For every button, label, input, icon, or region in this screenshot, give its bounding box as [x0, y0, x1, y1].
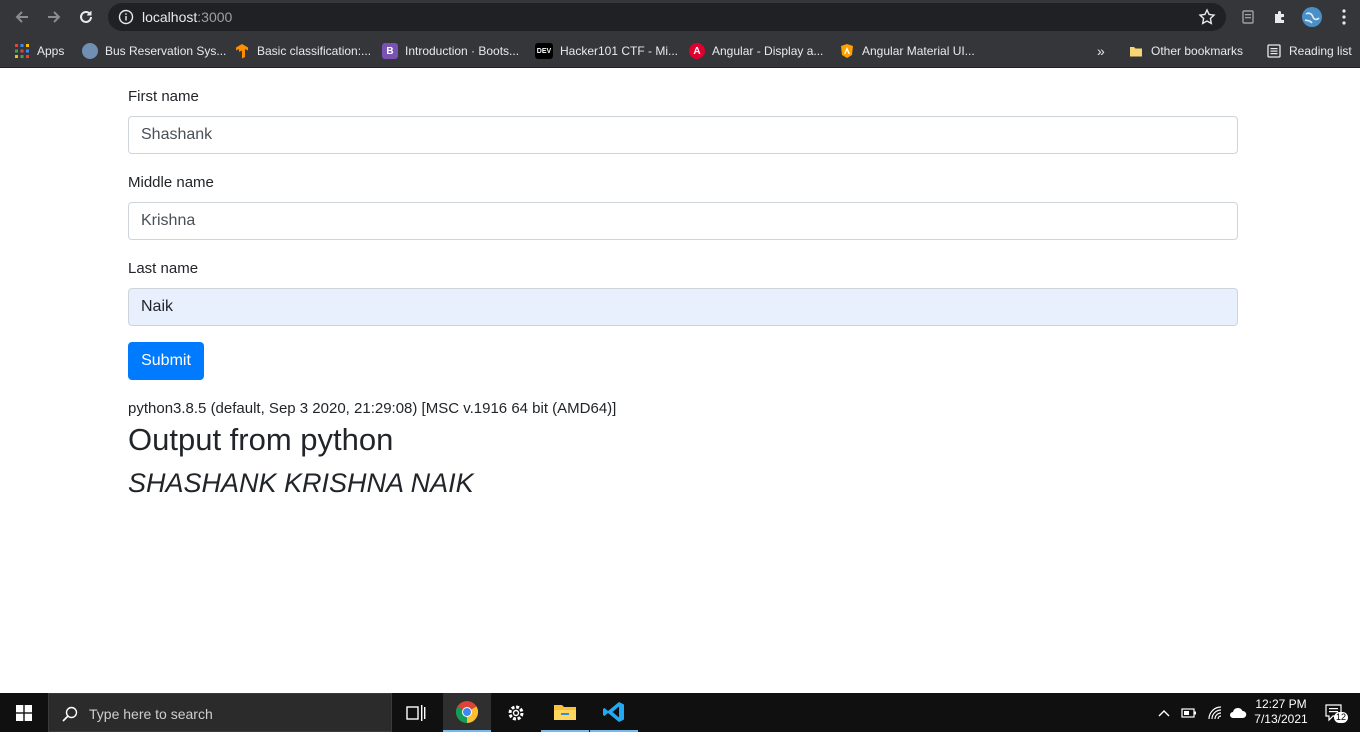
start-button[interactable]: [0, 693, 48, 732]
vscode-icon: [603, 701, 624, 722]
site-info-icon[interactable]: [118, 9, 134, 25]
task-view-button[interactable]: [392, 693, 440, 732]
angular-favicon: A: [689, 43, 705, 59]
vertical-dots-icon: [1342, 9, 1346, 25]
extension-icon[interactable]: [1238, 7, 1258, 27]
folder-icon: [1130, 47, 1142, 57]
output-result: SHASHANK KRISHNA NAIK: [128, 468, 474, 498]
network-status[interactable]: [1204, 693, 1226, 732]
chrome-icon: [456, 700, 478, 723]
taskbar-settings-app[interactable]: [492, 693, 540, 732]
bookmark-star-icon[interactable]: [1198, 8, 1216, 26]
task-view-icon: [406, 704, 426, 721]
bookmark-label: Introduction · Boots...: [405, 44, 520, 58]
action-center-button[interactable]: 12: [1320, 693, 1350, 732]
forward-button[interactable]: [42, 5, 66, 29]
clock-date: 7/13/2021: [1254, 712, 1308, 726]
taskbar-search-box[interactable]: Type here to search: [48, 693, 392, 732]
last-name-label: Last name: [128, 260, 199, 277]
search-placeholder: Type here to search: [89, 706, 213, 722]
bookmark-bootstrap-introduction[interactable]: B Introduction · Boots...: [382, 40, 519, 62]
wifi-icon: [1208, 705, 1222, 719]
cloud-icon: [1230, 707, 1247, 718]
show-hidden-icons-button[interactable]: [1154, 693, 1174, 732]
bookmark-apps[interactable]: Apps: [14, 40, 64, 62]
battery-icon: [1181, 707, 1196, 718]
first-name-label: First name: [128, 88, 199, 105]
first-name-input[interactable]: [128, 116, 1238, 154]
bookmark-bus-reservation[interactable]: Bus Reservation Sys...: [82, 40, 226, 62]
bookmark-label: Reading list: [1289, 44, 1352, 58]
search-icon: [62, 706, 78, 722]
bookmark-label: Apps: [37, 44, 65, 58]
middle-name-label: Middle name: [128, 174, 214, 191]
browser-toolbar: localhost:3000: [0, 0, 1360, 34]
battery-status[interactable]: [1178, 693, 1200, 732]
submit-button[interactable]: Submit: [128, 342, 204, 380]
extension-page-icon: [1242, 10, 1254, 24]
back-arrow-icon: [15, 11, 28, 23]
onedrive-status[interactable]: [1227, 693, 1249, 732]
chevron-double-right-icon: »: [1097, 43, 1105, 59]
system-clock[interactable]: 12:27 PM 7/13/2021: [1250, 697, 1312, 727]
reading-list-button[interactable]: Reading list: [1266, 40, 1352, 62]
gear-icon: [508, 705, 524, 720]
bookmark-label: Angular - Display a...: [712, 44, 824, 58]
reload-icon: [80, 10, 92, 23]
notification-count-badge: 12: [1334, 712, 1349, 723]
taskbar-vscode-app[interactable]: [590, 693, 638, 732]
windows-taskbar: Type here to search 12:27 PM 7/13/2021 1…: [0, 693, 1360, 732]
last-name-input[interactable]: [128, 288, 1238, 326]
page-content: First name Middle name Last name Submit …: [0, 68, 1360, 693]
puzzle-icon: [1275, 11, 1284, 23]
bus-reservation-favicon: [82, 43, 98, 59]
tensorflow-favicon: [236, 44, 248, 59]
bookmark-basic-classification[interactable]: Basic classification:...: [234, 40, 371, 62]
bookmark-angular-material[interactable]: Angular Material UI...: [839, 40, 975, 62]
dev-favicon: DEV: [535, 43, 553, 59]
address-bar[interactable]: localhost:3000: [108, 3, 1226, 31]
url-text: localhost:3000: [142, 9, 232, 25]
bookmark-label: Angular Material UI...: [862, 44, 975, 58]
clock-time: 12:27 PM: [1255, 697, 1307, 711]
bookmark-label: Hacker101 CTF - Mi...: [560, 44, 679, 58]
url-host: localhost: [142, 9, 198, 25]
python-version-text: python3.8.5 (default, Sep 3 2020, 21:29:…: [128, 400, 617, 417]
bookmarks-overflow-button[interactable]: »: [1097, 40, 1105, 62]
apps-grid-icon: [15, 44, 29, 58]
chrome-menu-button[interactable]: [1334, 7, 1354, 27]
bookmark-label: Basic classification:...: [257, 44, 372, 58]
bootstrap-favicon: B: [382, 43, 398, 59]
profile-globe-icon: [1302, 7, 1322, 27]
back-button[interactable]: [10, 5, 34, 29]
forward-arrow-icon: [48, 11, 61, 23]
url-port: :3000: [197, 9, 233, 25]
bookmark-label: Bus Reservation Sys...: [105, 44, 227, 58]
taskbar-file-explorer-app[interactable]: [541, 693, 589, 732]
extensions-puzzle-button[interactable]: [1270, 7, 1290, 27]
bookmark-angular-display[interactable]: A Angular - Display a...: [689, 40, 823, 62]
reading-list-icon: [1267, 44, 1281, 58]
taskbar-chrome-app[interactable]: [443, 693, 491, 732]
bookmark-label: Other bookmarks: [1151, 44, 1244, 58]
reload-button[interactable]: [74, 5, 98, 29]
bookmark-hacker101[interactable]: DEV Hacker101 CTF - Mi...: [535, 40, 678, 62]
chevron-up-icon: [1158, 709, 1170, 716]
windows-logo-icon: [16, 704, 32, 721]
bookmarks-bar: Apps Bus Reservation Sys... Basic classi…: [0, 34, 1360, 68]
angular-material-favicon: [841, 44, 853, 58]
middle-name-input[interactable]: [128, 202, 1238, 240]
bookmark-other-bookmarks[interactable]: Other bookmarks: [1128, 40, 1243, 62]
profile-avatar[interactable]: [1300, 5, 1324, 29]
output-heading: Output from python: [128, 422, 394, 457]
folder-icon: [554, 704, 576, 720]
